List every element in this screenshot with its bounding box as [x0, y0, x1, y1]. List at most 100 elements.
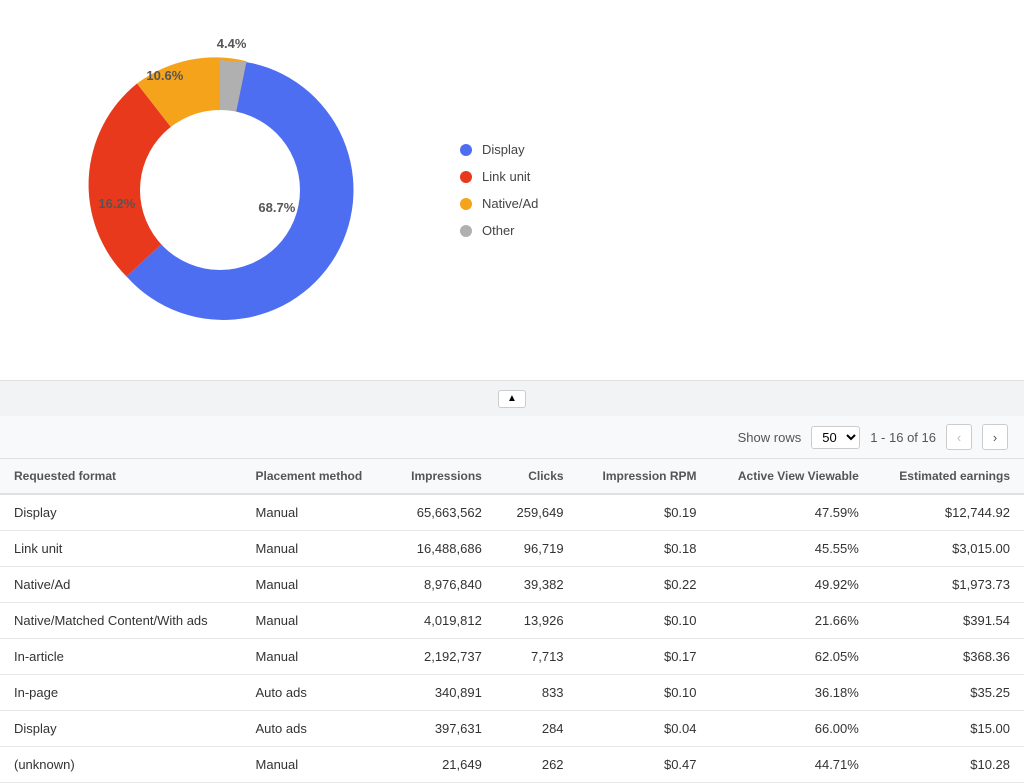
cell-rpm: $0.47 [578, 747, 711, 783]
cell-clicks: 833 [496, 675, 578, 711]
cell-viewable: 66.00% [711, 711, 873, 747]
legend-label-nativead: Native/Ad [482, 196, 538, 211]
cell-format: In-page [0, 675, 242, 711]
cell-rpm: $0.10 [578, 603, 711, 639]
cell-viewable: 62.05% [711, 639, 873, 675]
cell-rpm: $0.18 [578, 531, 711, 567]
next-page-button[interactable]: › [982, 424, 1008, 450]
cell-placement: Manual [242, 747, 389, 783]
col-header-format: Requested format [0, 459, 242, 494]
table-row: Native/Ad Manual 8,976,840 39,382 $0.22 … [0, 567, 1024, 603]
cell-clicks: 259,649 [496, 494, 578, 531]
table-toolbar: Show rows 50 1 - 16 of 16 ‹ › [0, 416, 1024, 459]
cell-impressions: 340,891 [388, 675, 496, 711]
cell-format: Link unit [0, 531, 242, 567]
cell-earnings: $15.00 [873, 711, 1024, 747]
col-header-earnings: Estimated earnings [873, 459, 1024, 494]
cell-rpm: $0.22 [578, 567, 711, 603]
cell-rpm: $0.04 [578, 711, 711, 747]
cell-earnings: $3,015.00 [873, 531, 1024, 567]
cell-earnings: $12,744.92 [873, 494, 1024, 531]
cell-rpm: $0.19 [578, 494, 711, 531]
cell-impressions: 2,192,737 [388, 639, 496, 675]
table-row: In-page Auto ads 340,891 833 $0.10 36.18… [0, 675, 1024, 711]
cell-impressions: 4,019,812 [388, 603, 496, 639]
table-section: Show rows 50 1 - 16 of 16 ‹ › Requested … [0, 416, 1024, 783]
legend-dot-nativead [460, 198, 472, 210]
table-row: Link unit Manual 16,488,686 96,719 $0.18… [0, 531, 1024, 567]
table-row: Native/Matched Content/With ads Manual 4… [0, 603, 1024, 639]
segment-label-other: 4.4% [217, 36, 247, 51]
legend-dot-other [460, 225, 472, 237]
cell-viewable: 47.59% [711, 494, 873, 531]
legend-label-linkunit: Link unit [482, 169, 530, 184]
cell-format: Native/Matched Content/With ads [0, 603, 242, 639]
cell-format: (unknown) [0, 747, 242, 783]
cell-impressions: 21,649 [388, 747, 496, 783]
cell-placement: Manual [242, 494, 389, 531]
cell-impressions: 65,663,562 [388, 494, 496, 531]
legend-label-other: Other [482, 223, 515, 238]
cell-placement: Manual [242, 603, 389, 639]
cell-format: Display [0, 494, 242, 531]
cell-format: In-article [0, 639, 242, 675]
collapse-button[interactable]: ▲ [498, 390, 526, 408]
cell-placement: Manual [242, 531, 389, 567]
legend-item-display: Display [460, 142, 538, 157]
col-header-rpm: Impression RPM [578, 459, 711, 494]
legend-label-display: Display [482, 142, 525, 157]
data-table: Requested format Placement method Impres… [0, 459, 1024, 783]
cell-impressions: 397,631 [388, 711, 496, 747]
cell-clicks: 7,713 [496, 639, 578, 675]
donut-chart: 68.7% 16.2% 10.6% 4.4% [60, 30, 380, 350]
cell-rpm: $0.10 [578, 675, 711, 711]
chart-legend: Display Link unit Native/Ad Other [460, 142, 538, 238]
legend-item-linkunit: Link unit [460, 169, 538, 184]
cell-earnings: $1,973.73 [873, 567, 1024, 603]
divider-bar: ▲ [0, 380, 1024, 416]
cell-impressions: 16,488,686 [388, 531, 496, 567]
cell-impressions: 8,976,840 [388, 567, 496, 603]
prev-page-button[interactable]: ‹ [946, 424, 972, 450]
cell-viewable: 49.92% [711, 567, 873, 603]
col-header-clicks: Clicks [496, 459, 578, 494]
col-header-viewable: Active View Viewable [711, 459, 873, 494]
legend-dot-display [460, 144, 472, 156]
cell-placement: Manual [242, 639, 389, 675]
legend-item-nativead: Native/Ad [460, 196, 538, 211]
legend-dot-linkunit [460, 171, 472, 183]
cell-clicks: 262 [496, 747, 578, 783]
chart-section: 68.7% 16.2% 10.6% 4.4% Display Link unit… [0, 0, 1024, 380]
cell-placement: Manual [242, 567, 389, 603]
cell-format: Display [0, 711, 242, 747]
table-header-row: Requested format Placement method Impres… [0, 459, 1024, 494]
cell-viewable: 36.18% [711, 675, 873, 711]
show-rows-label: Show rows [738, 430, 802, 445]
legend-item-other: Other [460, 223, 538, 238]
segment-label-linkunit: 16.2% [98, 196, 135, 211]
cell-earnings: $35.25 [873, 675, 1024, 711]
col-header-impressions: Impressions [388, 459, 496, 494]
cell-clicks: 39,382 [496, 567, 578, 603]
cell-placement: Auto ads [242, 675, 389, 711]
table-row: (unknown) Manual 21,649 262 $0.47 44.71%… [0, 747, 1024, 783]
rows-per-page-select[interactable]: 50 [811, 426, 860, 449]
cell-clicks: 284 [496, 711, 578, 747]
cell-earnings: $10.28 [873, 747, 1024, 783]
cell-viewable: 44.71% [711, 747, 873, 783]
cell-clicks: 96,719 [496, 531, 578, 567]
segment-label-display: 68.7% [258, 200, 295, 215]
segment-label-nativead: 10.6% [146, 68, 183, 83]
cell-placement: Auto ads [242, 711, 389, 747]
table-row: In-article Manual 2,192,737 7,713 $0.17 … [0, 639, 1024, 675]
cell-viewable: 21.66% [711, 603, 873, 639]
cell-clicks: 13,926 [496, 603, 578, 639]
pagination-info: 1 - 16 of 16 [870, 430, 936, 445]
table-row: Display Auto ads 397,631 284 $0.04 66.00… [0, 711, 1024, 747]
cell-rpm: $0.17 [578, 639, 711, 675]
cell-format: Native/Ad [0, 567, 242, 603]
cell-viewable: 45.55% [711, 531, 873, 567]
col-header-placement: Placement method [242, 459, 389, 494]
table-row: Display Manual 65,663,562 259,649 $0.19 … [0, 494, 1024, 531]
cell-earnings: $391.54 [873, 603, 1024, 639]
